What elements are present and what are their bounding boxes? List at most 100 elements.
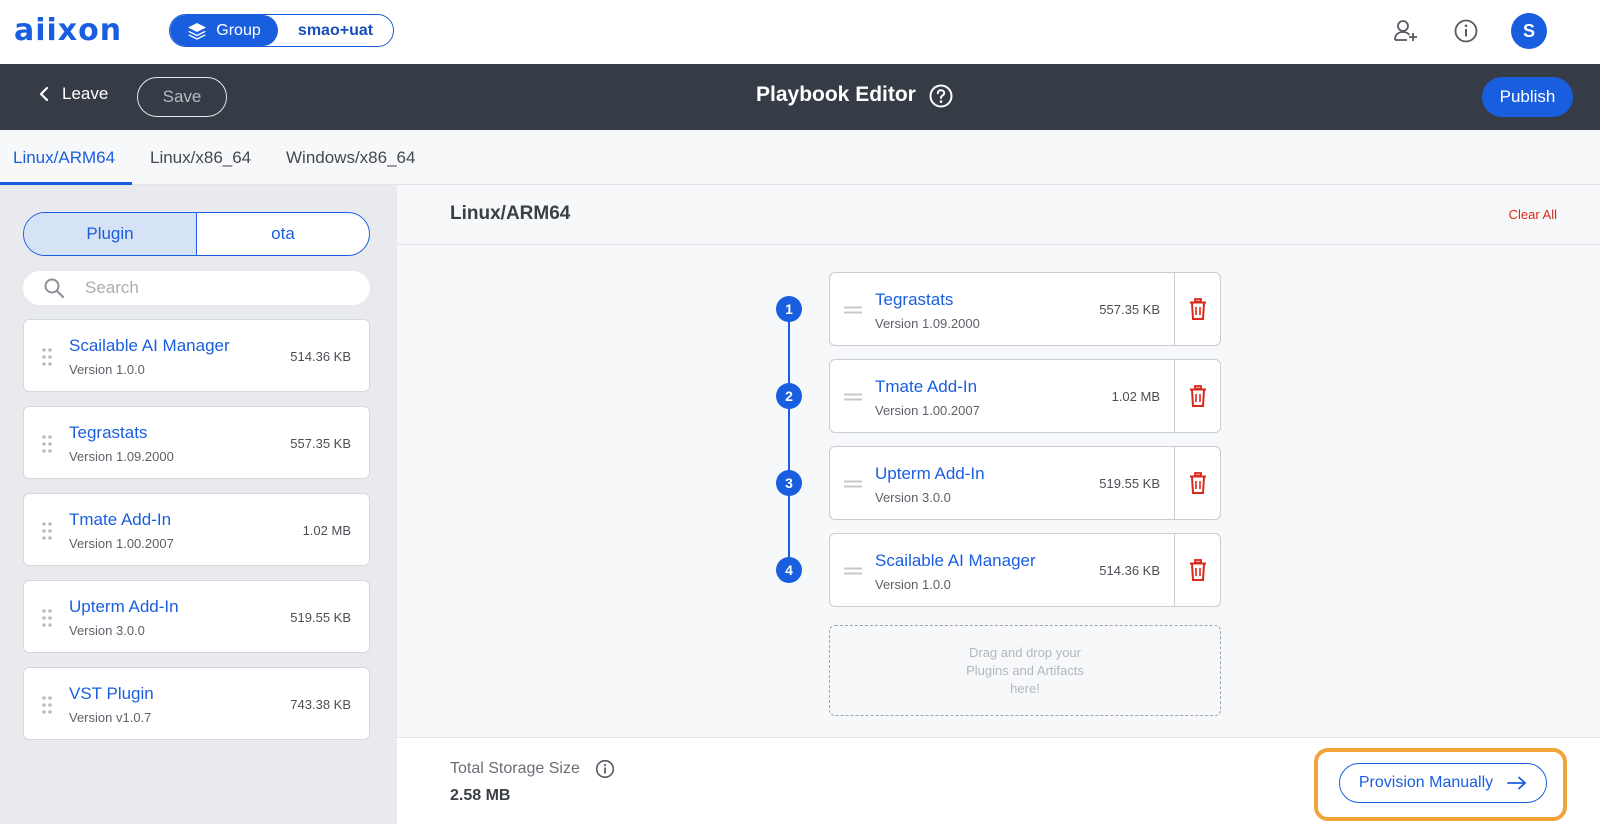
sequence-item-version: Version 1.09.2000 (875, 316, 980, 331)
sequence-item-version: Version 1.00.2007 (875, 403, 980, 418)
drag-handle-icon[interactable] (41, 434, 53, 454)
platform-tabs: Linux/ARM64 Linux/x86_64 Windows/x86_64 (0, 130, 1600, 185)
library-item-size: 557.35 KB (290, 436, 351, 451)
library-item[interactable]: Scailable AI Manager Version 1.0.0 514.3… (23, 319, 370, 392)
sequence-item-name: Tegrastats (875, 290, 954, 309)
context-user-option[interactable]: smao+uat (278, 15, 393, 46)
library-item-name: Upterm Add-In (69, 597, 179, 616)
user-avatar[interactable]: S (1511, 13, 1547, 49)
search-input[interactable] (85, 278, 335, 298)
trash-icon (1189, 298, 1206, 320)
help-icon[interactable] (929, 84, 953, 108)
aiixon-logo: aiixon (14, 14, 122, 48)
context-switcher[interactable]: Group smao+uat (169, 14, 394, 47)
sequence-item[interactable]: Upterm Add-In Version 3.0.0 519.55 KB (829, 446, 1221, 520)
step-number-badge: 1 (776, 296, 802, 322)
search-box[interactable] (23, 271, 370, 305)
leave-label: Leave (62, 84, 109, 103)
sequence-item-size: 1.02 MB (1111, 389, 1160, 404)
tab-linux-x86-64[interactable]: Linux/x86_64 (150, 130, 251, 185)
tab-linux-arm64[interactable]: Linux/ARM64 (13, 130, 115, 185)
library-item[interactable]: Tmate Add-In Version 1.00.2007 1.02 MB (23, 493, 370, 566)
library-item-version: Version 3.0.0 (69, 623, 145, 638)
page-title: Playbook Editor (756, 83, 916, 106)
delete-button[interactable] (1174, 360, 1220, 432)
artifact-library: Plugin ota Scailable AI Manager Version … (0, 185, 397, 824)
type-plugin-option[interactable]: Plugin (24, 213, 197, 255)
library-item-name: Tegrastats (69, 423, 148, 442)
context-group-option[interactable]: Group (170, 15, 278, 46)
drag-handle-icon[interactable] (844, 480, 862, 488)
leave-button[interactable]: Leave (38, 84, 108, 104)
library-item-version: Version 1.0.0 (69, 362, 145, 377)
library-item-size: 514.36 KB (290, 349, 351, 364)
step-number-badge: 4 (776, 557, 802, 583)
library-item[interactable]: Upterm Add-In Version 3.0.0 519.55 KB (23, 580, 370, 653)
sequence-item[interactable]: Tegrastats Version 1.09.2000 557.35 KB (829, 272, 1221, 346)
storage-value: 2.58 MB (450, 787, 511, 804)
provision-manually-label: Provision Manually (1358, 774, 1494, 791)
sequence-item-name: Tmate Add-In (875, 377, 978, 396)
tab-windows-x86-64[interactable]: Windows/x86_64 (286, 130, 415, 185)
library-item-version: Version v1.0.7 (69, 710, 152, 725)
info-icon[interactable] (1453, 18, 1479, 44)
save-button[interactable]: Save (137, 77, 227, 117)
delete-button[interactable] (1174, 534, 1220, 606)
dropzone-text: Drag and drop your Plugins and Artifacts… (966, 644, 1084, 696)
info-icon[interactable] (595, 759, 615, 779)
add-user-icon[interactable] (1393, 18, 1419, 44)
provision-manually-button[interactable]: Provision Manually (1339, 763, 1547, 803)
library-item-size: 743.38 KB (290, 697, 351, 712)
context-group-label: Group (216, 21, 261, 39)
step-number-badge: 3 (776, 470, 802, 496)
search-icon (44, 278, 65, 299)
library-item-name: VST Plugin (69, 684, 154, 703)
step-connector-line (788, 310, 790, 572)
clear-all-button[interactable]: Clear All (1509, 207, 1557, 222)
library-item[interactable]: VST Plugin Version v1.0.7 743.38 KB (23, 667, 370, 740)
sequence-item[interactable]: Tmate Add-In Version 1.00.2007 1.02 MB (829, 359, 1221, 433)
storage-label: Total Storage Size (450, 760, 580, 777)
delete-button[interactable] (1174, 273, 1220, 345)
delete-button[interactable] (1174, 447, 1220, 519)
playbook-footer: Total Storage Size 2.58 MB Provision Man… (397, 737, 1600, 824)
svg-text:aiixon: aiixon (14, 14, 122, 48)
drag-handle-icon[interactable] (844, 306, 862, 314)
type-ota-option[interactable]: ota (197, 213, 369, 255)
drag-handle-icon[interactable] (844, 567, 862, 575)
publish-button[interactable]: Publish (1482, 77, 1573, 117)
sequence-item-size: 514.36 KB (1099, 563, 1160, 578)
step-number-badge: 2 (776, 383, 802, 409)
layers-icon (188, 22, 207, 40)
artifact-type-toggle[interactable]: Plugin ota (23, 212, 370, 256)
sequence-item-size: 557.35 KB (1099, 302, 1160, 317)
library-item-version: Version 1.00.2007 (69, 536, 174, 551)
drag-handle-icon[interactable] (41, 347, 53, 367)
playbook-editor-bar: Leave Save Playbook Editor Publish (0, 64, 1600, 130)
sequence-item-version: Version 3.0.0 (875, 490, 951, 505)
library-item-name: Scailable AI Manager (69, 336, 230, 355)
avatar-initial: S (1522, 20, 1535, 41)
sequence-item[interactable]: Scailable AI Manager Version 1.0.0 514.3… (829, 533, 1221, 607)
drag-handle-icon[interactable] (41, 521, 53, 541)
sequence-item-version: Version 1.0.0 (875, 577, 951, 592)
drag-handle-icon[interactable] (844, 393, 862, 401)
drag-handle-icon[interactable] (41, 695, 53, 715)
trash-icon (1189, 472, 1206, 494)
library-item[interactable]: Tegrastats Version 1.09.2000 557.35 KB (23, 406, 370, 479)
library-item-size: 1.02 MB (302, 523, 351, 538)
trash-icon (1189, 559, 1206, 581)
sequence-item-size: 519.55 KB (1099, 476, 1160, 491)
playbook-sequence-panel: Linux/ARM64 Clear All 1 Tegrastats Versi… (397, 185, 1600, 824)
app-logo[interactable]: aiixon (14, 14, 150, 48)
top-bar: aiixon Group smao+uat S (0, 0, 1600, 64)
artifact-dropzone[interactable]: Drag and drop your Plugins and Artifacts… (829, 625, 1221, 716)
library-item-size: 519.55 KB (290, 610, 351, 625)
library-item-name: Tmate Add-In (69, 510, 172, 529)
sequence-item-name: Upterm Add-In (875, 464, 985, 483)
arrow-right-icon (1507, 776, 1527, 790)
platform-title: Linux/ARM64 (450, 203, 571, 224)
context-user-label: smao+uat (297, 21, 374, 39)
drag-handle-icon[interactable] (41, 608, 53, 628)
sequence-header: Linux/ARM64 Clear All (397, 185, 1600, 245)
